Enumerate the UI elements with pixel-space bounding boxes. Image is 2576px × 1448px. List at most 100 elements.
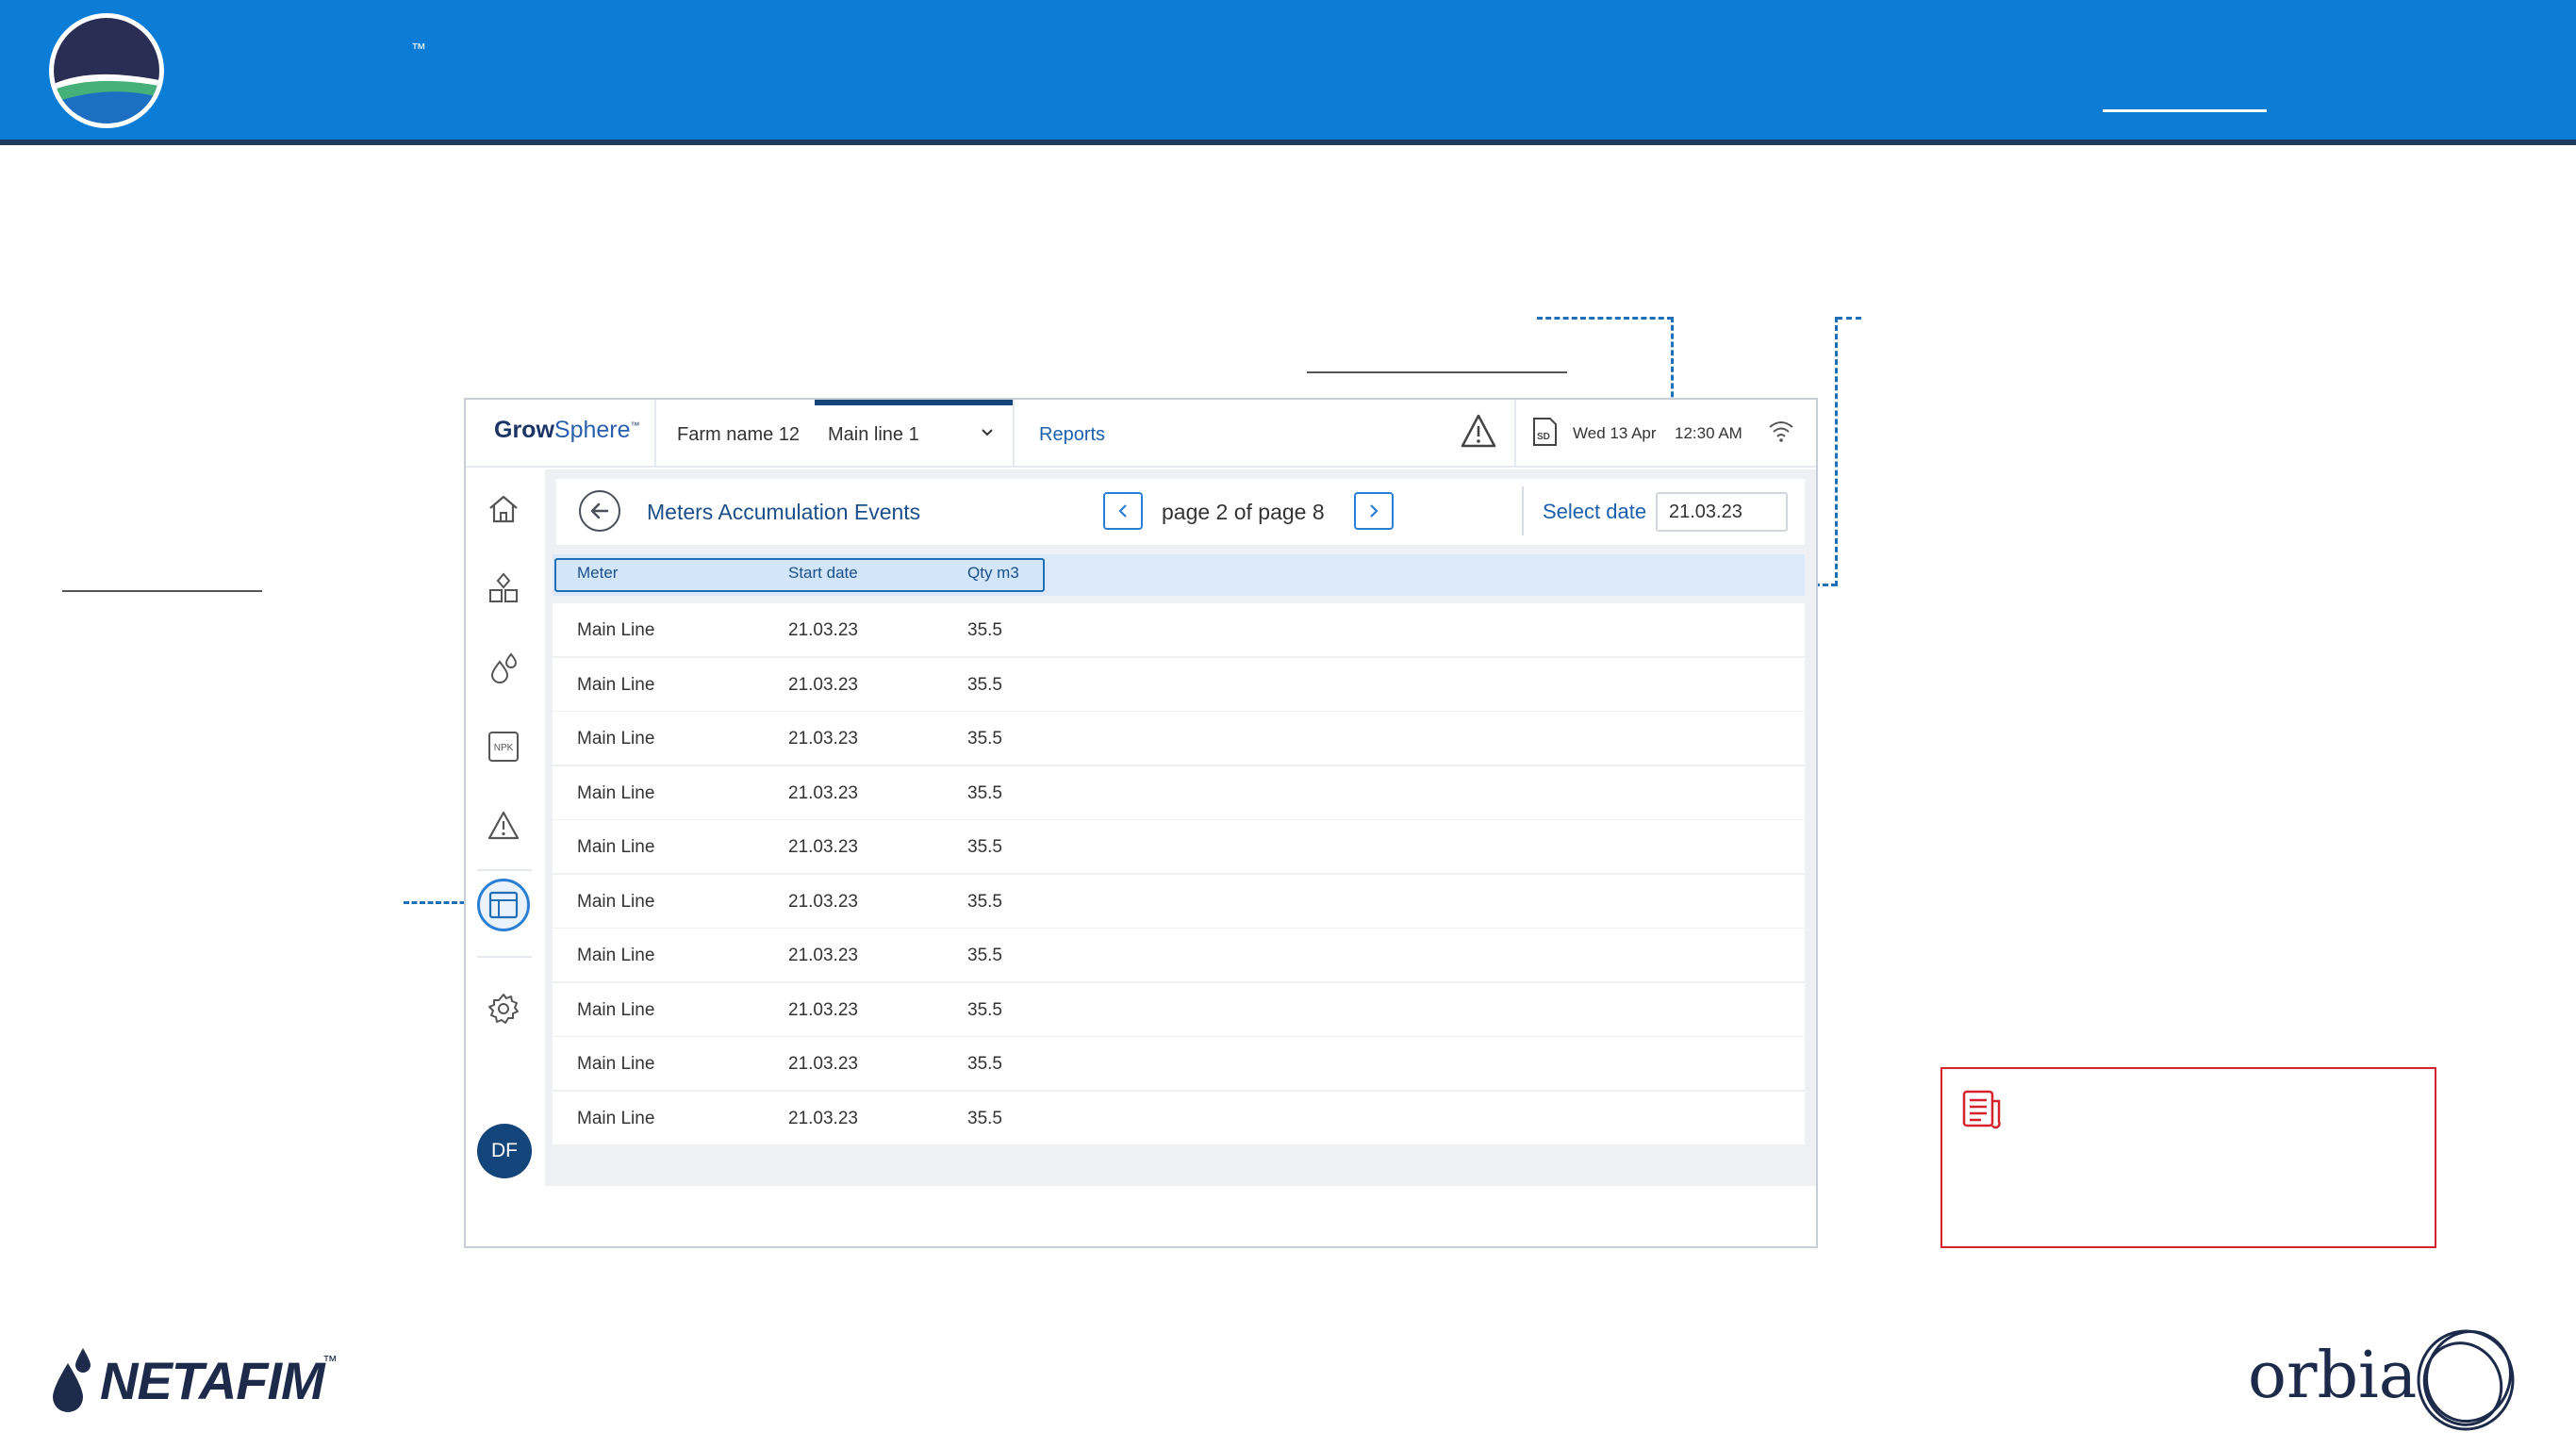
chevron-down-icon — [982, 429, 993, 436]
cell-qty: 35.5 — [967, 729, 1002, 749]
orbia-wordmark: orbia — [2248, 1339, 2418, 1413]
select-date-label: Select date — [1543, 500, 1647, 523]
line-selector[interactable]: Main line 1 — [815, 400, 1013, 468]
reports-table-icon — [488, 891, 519, 919]
cell-start-date: 21.03.23 — [788, 891, 858, 912]
sidebar: NPK DF — [466, 469, 543, 1248]
svg-text:NPK: NPK — [494, 743, 514, 753]
farm-name[interactable]: Farm name 12 — [677, 424, 800, 446]
table-header: Meter Start date Qty m3 — [553, 554, 1805, 596]
cell-meter: Main Line — [577, 946, 655, 965]
sd-card-icon: SD — [1533, 418, 1557, 446]
netafim-wordmark: NETAFIM — [100, 1351, 325, 1410]
npk-icon: NPK — [488, 732, 519, 762]
topbar-divider — [654, 400, 656, 468]
cell-qty: 35.5 — [967, 620, 1002, 640]
user-avatar[interactable]: DF — [477, 1124, 532, 1178]
sidebar-item-fertigation[interactable] — [483, 647, 524, 688]
table-row[interactable]: Main Line 21.03.23 35.5 — [553, 982, 1805, 1036]
cell-meter: Main Line — [577, 891, 655, 912]
banner-underline — [2103, 109, 2267, 112]
table-row[interactable]: Main Line 21.03.23 35.5 — [553, 874, 1805, 928]
cell-start-date: 21.03.23 — [788, 729, 858, 749]
table-row[interactable]: Main Line 21.03.23 35.5 — [553, 712, 1805, 765]
callout-connector — [404, 901, 473, 904]
callout-connector — [1835, 317, 1838, 586]
orbia-logo-mark — [2417, 1329, 2515, 1431]
page-title: Meters Accumulation Events — [647, 500, 921, 524]
table-row[interactable]: Main Line 21.03.23 35.5 — [553, 657, 1805, 711]
top-banner: ™ — [0, 0, 2576, 140]
table-row[interactable]: Main Line 21.03.23 35.5 — [553, 765, 1805, 819]
cell-meter: Main Line — [577, 729, 655, 749]
cell-qty: 35.5 — [967, 782, 1002, 803]
cell-start-date: 21.03.23 — [788, 946, 858, 965]
annotation-underline — [62, 590, 262, 592]
column-header-start-date[interactable]: Start date — [788, 564, 858, 583]
netafim-trademark: ™ — [322, 1354, 338, 1370]
cell-qty: 35.5 — [967, 1108, 1002, 1128]
next-page-button[interactable] — [1354, 492, 1394, 530]
cell-meter: Main Line — [577, 782, 655, 803]
banner-bottom-stripe — [0, 140, 2576, 145]
cell-meter: Main Line — [577, 837, 655, 857]
netafim-logo: NETAFIM ™ — [45, 1348, 347, 1427]
cell-start-date: 21.03.23 — [788, 782, 858, 803]
topbar-divider — [1514, 400, 1516, 468]
sidebar-item-sensors[interactable] — [483, 568, 524, 609]
table-row[interactable]: Main Line 21.03.23 35.5 — [553, 929, 1805, 981]
cell-qty: 35.5 — [967, 1054, 1002, 1074]
chevron-left-icon — [1118, 504, 1127, 518]
sidebar-item-home[interactable] — [483, 488, 524, 530]
cell-meter: Main Line — [577, 999, 655, 1020]
back-button[interactable] — [579, 490, 620, 532]
sidebar-item-npk[interactable]: NPK — [483, 726, 524, 767]
sidebar-item-settings[interactable] — [483, 988, 524, 1029]
cell-start-date: 21.03.23 — [788, 1108, 858, 1128]
line-selector-label: Main line 1 — [828, 424, 919, 445]
sensors-icon — [489, 572, 518, 602]
cell-qty: 35.5 — [967, 891, 1002, 912]
table-row[interactable]: Main Line 21.03.23 35.5 — [553, 820, 1805, 873]
cell-meter: Main Line — [577, 620, 655, 640]
app-topbar: GrowSphere™ Farm name 12 Main line 1 Rep… — [466, 400, 1816, 468]
column-header-meter[interactable]: Meter — [577, 564, 618, 583]
netafim-drop-icon — [53, 1348, 91, 1412]
sidebar-item-alarms[interactable] — [483, 805, 524, 847]
cell-qty: 35.5 — [967, 674, 1002, 695]
app-window: GrowSphere™ Farm name 12 Main line 1 Rep… — [464, 398, 1818, 1248]
wifi-icon — [1769, 421, 1793, 442]
main-content: Meters Accumulation Events page 2 of pag… — [545, 469, 1816, 1186]
callout-connector — [1837, 317, 1861, 320]
cell-start-date: 21.03.23 — [788, 1054, 858, 1074]
trademark-mark: ™ — [411, 41, 426, 58]
alarm-icon — [487, 811, 520, 840]
arrow-left-icon — [590, 502, 609, 519]
topbar-divider — [1013, 400, 1015, 468]
prev-page-button[interactable] — [1103, 492, 1143, 530]
cell-meter: Main Line — [577, 1108, 655, 1128]
chevron-right-icon — [1370, 504, 1379, 518]
table-row[interactable]: Main Line 21.03.23 35.5 — [553, 1091, 1805, 1144]
cell-meter: Main Line — [577, 674, 655, 695]
reports-tab[interactable]: Reports — [1039, 424, 1105, 446]
document-icon — [1962, 1090, 2001, 1129]
sidebar-item-reports[interactable] — [477, 879, 530, 931]
alert-icon[interactable] — [1460, 413, 1497, 449]
header-divider — [1522, 486, 1524, 535]
date-input[interactable] — [1656, 492, 1788, 532]
content-header: Meters Accumulation Events page 2 of pag… — [556, 479, 1805, 545]
pagination-label: page 2 of page 8 — [1162, 500, 1325, 524]
column-header-qty[interactable]: Qty m3 — [967, 564, 1019, 583]
current-time: 12:30 AM — [1675, 424, 1742, 442]
growsphere-brand: GrowSphere™ — [494, 417, 640, 443]
cell-qty: 35.5 — [967, 999, 1002, 1020]
table-row[interactable]: Main Line 21.03.23 35.5 — [553, 603, 1805, 656]
sidebar-divider — [477, 956, 532, 958]
home-icon — [489, 495, 518, 523]
cell-start-date: 21.03.23 — [788, 674, 858, 695]
growsphere-logo — [49, 13, 164, 128]
annotation-underline — [1307, 371, 1567, 373]
cell-start-date: 21.03.23 — [788, 999, 858, 1020]
table-row[interactable]: Main Line 21.03.23 35.5 — [553, 1037, 1805, 1090]
